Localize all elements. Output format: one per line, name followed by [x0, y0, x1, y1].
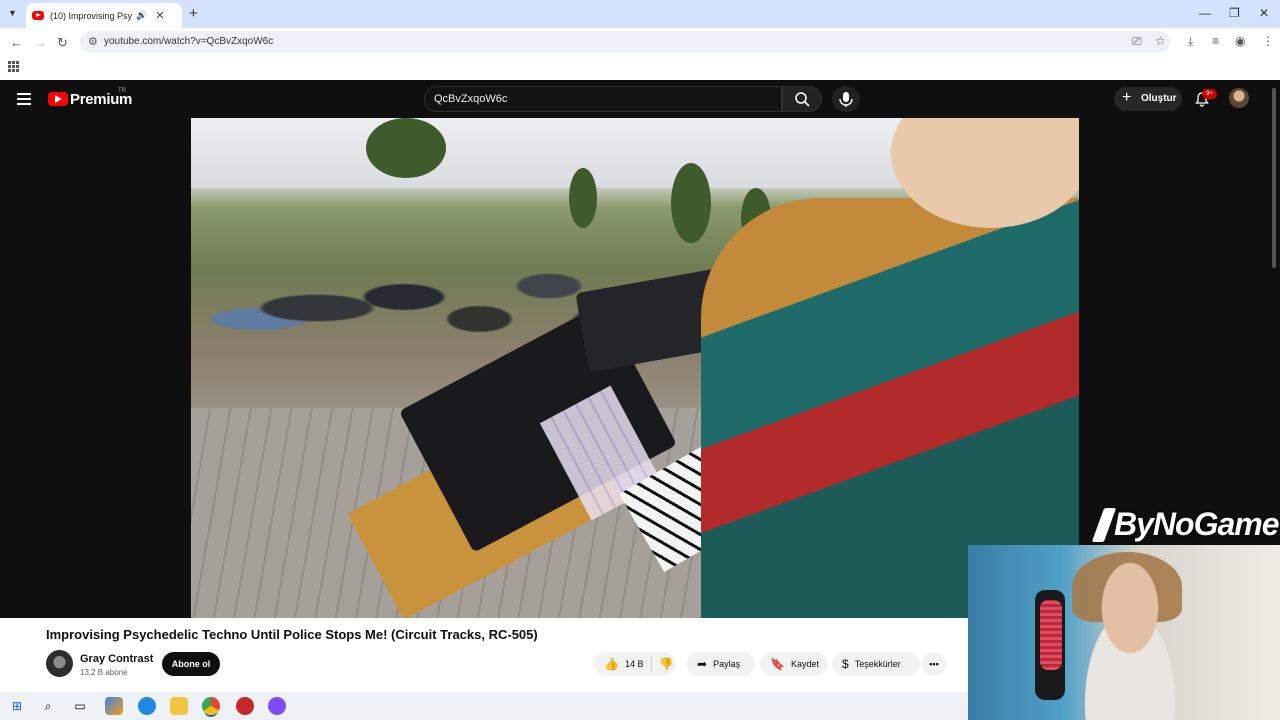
channel-avatar[interactable]	[46, 650, 73, 677]
thanks-dollar-icon: $	[842, 657, 849, 671]
youtube-favicon-icon	[32, 11, 44, 20]
thumbs-up-icon[interactable]: 👍	[604, 657, 619, 671]
bookmark-icon: 🔖	[770, 657, 785, 671]
video-player[interactable]	[191, 118, 1079, 618]
copilot-icon[interactable]	[105, 697, 123, 715]
bookmarks-bar	[0, 56, 1280, 80]
webcam-microphone-grille	[1040, 600, 1062, 670]
new-tab-button[interactable]: +	[189, 5, 198, 22]
voice-search-button[interactable]	[832, 86, 860, 112]
save-button[interactable]: 🔖 Kaydet	[760, 652, 828, 676]
close-tab-icon[interactable]: ✕	[155, 9, 164, 22]
brand-watermark: ByNoGame	[1114, 506, 1279, 542]
like-dislike-group: 👍 14 B 👎	[594, 652, 676, 676]
create-label[interactable]: Oluştur	[1141, 93, 1177, 104]
plus-icon: +	[1122, 89, 1132, 106]
like-count[interactable]: 14 B	[625, 659, 644, 669]
tab-title: (10) Improvising Psychedeli	[50, 10, 132, 21]
profile-icon[interactable]: ◉	[1235, 34, 1245, 48]
download-icon[interactable]: ⤓	[1188, 34, 1193, 49]
microphone-icon	[839, 92, 853, 107]
share-label: Paylaş	[713, 659, 741, 669]
windows-start-icon[interactable]: ⊞	[8, 697, 26, 715]
audio-playing-icon[interactable]: 🔊	[136, 10, 147, 21]
site-info-icon[interactable]: ⚙	[88, 35, 98, 48]
video-title: Improvising Psychedelic Techno Until Pol…	[46, 627, 538, 642]
search-button[interactable]	[782, 86, 822, 112]
discord-icon[interactable]	[268, 697, 286, 715]
more-dots-icon: •••	[929, 659, 939, 669]
cast-icon[interactable]: ⎚	[1132, 34, 1142, 49]
task-view-icon[interactable]: ▭	[71, 697, 89, 715]
page-scrollbar[interactable]	[1272, 88, 1276, 268]
region-code: TR	[118, 88, 126, 94]
tab-search-chevron-icon[interactable]: ▼	[8, 8, 17, 18]
url-text[interactable]: youtube.com/watch?v=QcBvZxqoW6c	[104, 36, 273, 47]
bookmark-star-icon[interactable]: ☆	[1155, 34, 1166, 48]
notification-badge: 9+	[1202, 89, 1217, 99]
brand-logo-icon	[1091, 508, 1117, 542]
restore-icon[interactable]: ❐	[1229, 6, 1240, 20]
search-icon	[795, 92, 810, 107]
video-tree	[366, 118, 446, 178]
subscriber-count: 13,2 B abone	[80, 668, 128, 677]
back-arrow-icon[interactable]: ←	[10, 35, 23, 50]
media-control-icon[interactable]: ≡	[1212, 34, 1219, 48]
chrome-icon[interactable]	[202, 697, 220, 715]
webcam-person	[1060, 560, 1200, 720]
save-label: Kaydet	[790, 659, 819, 669]
search-query[interactable]: QcBvZxqoW6c	[434, 93, 507, 105]
apps-grid-icon[interactable]	[8, 61, 19, 72]
divider	[651, 656, 653, 672]
thanks-button[interactable]: $ Teşekkürler	[832, 652, 920, 676]
taskbar-search-icon[interactable]: ⌕	[39, 697, 57, 715]
share-button[interactable]: ➦ Paylaş	[687, 652, 755, 676]
subscribe-button[interactable]: Abone ol	[162, 652, 220, 676]
browser-tab[interactable]: (10) Improvising Psychedeli 🔊 ✕	[26, 3, 182, 28]
minimize-icon[interactable]: —	[1199, 6, 1211, 20]
more-actions-button[interactable]: •••	[922, 652, 946, 676]
chrome-menu-icon[interactable]: ⋮	[1262, 34, 1274, 48]
forward-arrow-icon[interactable]: →	[34, 35, 47, 50]
reload-icon[interactable]: ↻	[57, 35, 68, 51]
app-icon[interactable]	[236, 697, 254, 715]
edge-icon[interactable]	[138, 697, 156, 715]
share-arrow-icon: ➦	[697, 657, 708, 671]
account-avatar[interactable]	[1229, 88, 1249, 108]
thumbs-down-icon[interactable]: 👎	[658, 657, 673, 671]
file-explorer-icon[interactable]	[170, 697, 188, 715]
menu-hamburger-icon[interactable]	[17, 93, 31, 108]
channel-name[interactable]: Gray Contrast	[80, 653, 153, 665]
youtube-logo-icon[interactable]	[48, 92, 68, 106]
close-window-icon[interactable]: ✕	[1259, 6, 1269, 20]
thanks-label: Teşekkürler	[854, 659, 901, 669]
